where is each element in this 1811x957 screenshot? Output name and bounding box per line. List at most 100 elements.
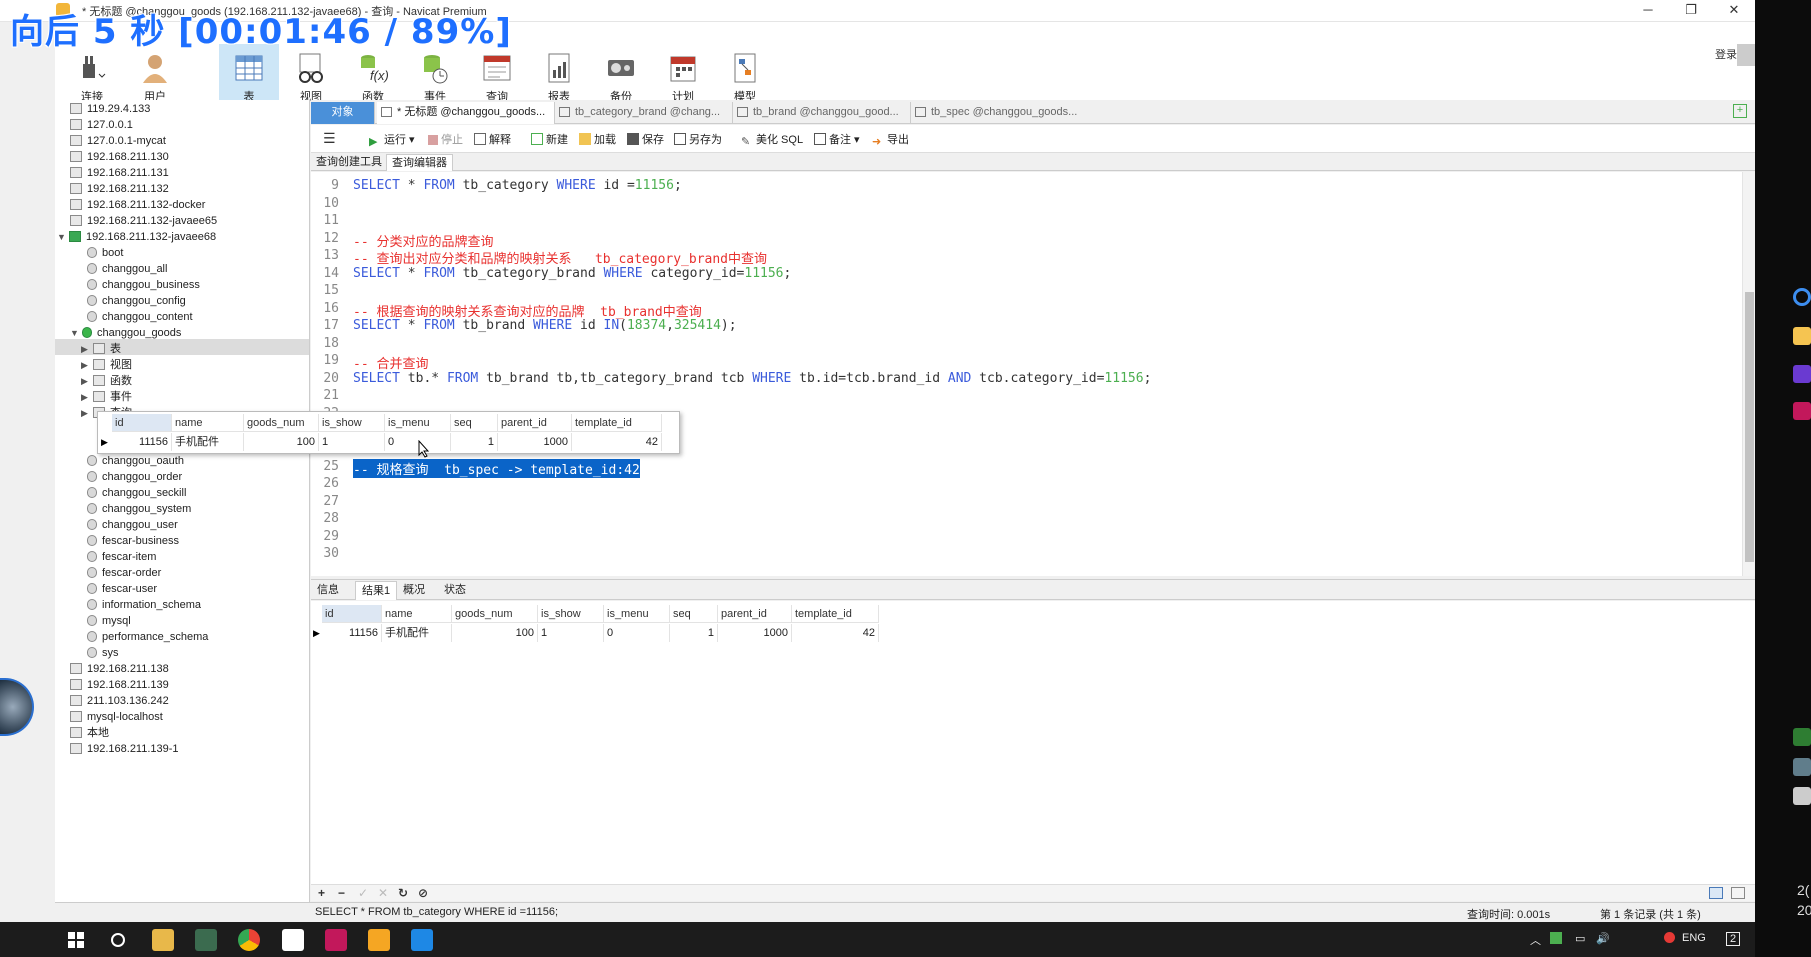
floating-avatar[interactable]: [0, 678, 34, 736]
recording-icon[interactable]: [1664, 932, 1675, 943]
tree-item-database[interactable]: changgou_business: [87, 277, 200, 293]
tree-item-database[interactable]: fescar-item: [87, 549, 156, 565]
tree-item-connection[interactable]: 127.0.0.1: [70, 117, 133, 133]
media-icon[interactable]: [1793, 365, 1811, 383]
app-icon[interactable]: [1793, 288, 1811, 306]
folder-icon[interactable]: [1793, 327, 1811, 345]
tool-icon[interactable]: [1793, 787, 1811, 805]
chevron-right-icon[interactable]: ▶: [81, 405, 93, 421]
tree-item-connection[interactable]: mysql-localhost: [70, 709, 163, 725]
tab-tb-spec[interactable]: tb_spec @changgou_goods...: [911, 102, 1089, 124]
editor-scrollbar[interactable]: [1742, 172, 1755, 576]
language-indicator[interactable]: ENG: [1682, 932, 1706, 944]
new-tab-icon[interactable]: +: [1733, 104, 1747, 118]
file-explorer-icon[interactable]: [368, 929, 390, 951]
tab-result1[interactable]: 结果1: [355, 581, 398, 600]
tree-item-database[interactable]: fescar-business: [87, 533, 179, 549]
discard-changes-button[interactable]: ✕: [378, 886, 388, 900]
tree-item-connection[interactable]: 192.168.211.131: [70, 165, 169, 181]
intellij-icon[interactable]: [1793, 402, 1811, 420]
table-cell[interactable]: 1: [538, 624, 604, 642]
tree-item-database-open[interactable]: ▼ changgou_goods: [70, 325, 181, 341]
menu-icon[interactable]: ☰: [323, 130, 336, 147]
tree-item-database[interactable]: changgou_system: [87, 501, 191, 517]
tab-status[interactable]: 状态: [438, 581, 472, 600]
tab-query-builder[interactable]: 查询创建工具: [311, 154, 387, 171]
tree-item-database[interactable]: changgou_order: [87, 469, 182, 485]
tree-item-connection[interactable]: 192.168.211.132-docker: [70, 197, 205, 213]
tab-tb-brand[interactable]: tb_brand @changgou_good...: [733, 102, 911, 124]
tree-item-connection-open[interactable]: ▼ 192.168.211.132-javaee68: [57, 229, 216, 245]
stop-button[interactable]: ⊘: [418, 886, 428, 900]
table-cell[interactable]: 1: [670, 624, 718, 642]
tree-item-connection[interactable]: 119.29.4.133: [70, 101, 150, 117]
add-record-button[interactable]: +: [318, 886, 325, 900]
tree-item-database[interactable]: changgou_all: [87, 261, 167, 277]
tree-item-functions[interactable]: ▶ 函数: [81, 373, 132, 389]
chevron-right-icon[interactable]: ▶: [81, 357, 93, 373]
tree-item-connection[interactable]: 本地: [70, 725, 109, 741]
comment-button[interactable]: 备注 ▾: [814, 131, 860, 147]
tree-item-tables[interactable]: ▶ 表: [81, 341, 121, 357]
table-cell[interactable]: 1: [451, 433, 498, 451]
tree-item-connection[interactable]: 192.168.211.132-javaee65: [70, 213, 217, 229]
avatar[interactable]: [1737, 44, 1755, 66]
column-header[interactable]: is_menu: [604, 605, 670, 623]
tree-item-database[interactable]: information_schema: [87, 597, 201, 613]
tree-item-database[interactable]: changgou_seckill: [87, 485, 186, 501]
tree-item-events[interactable]: ▶ 事件: [81, 389, 132, 405]
restore-button[interactable]: ❐: [1673, 0, 1709, 22]
tree-item-database[interactable]: changgou_content: [87, 309, 193, 325]
login-link[interactable]: 登录: [1715, 46, 1737, 62]
search-icon[interactable]: [110, 932, 126, 948]
table-cell[interactable]: 42: [572, 433, 662, 451]
stop-button[interactable]: 停止: [428, 131, 463, 147]
tab-objects[interactable]: 对象: [311, 102, 375, 124]
column-header[interactable]: id: [322, 605, 382, 623]
table-cell[interactable]: 1000: [718, 624, 792, 642]
intellij-icon[interactable]: [325, 929, 347, 951]
scrollbar-thumb[interactable]: [1745, 292, 1754, 562]
refresh-button[interactable]: ↻: [398, 886, 408, 900]
column-header[interactable]: is_show: [538, 605, 604, 623]
volume-icon[interactable]: 🔊: [1596, 932, 1610, 945]
column-header[interactable]: goods_num: [452, 605, 538, 623]
minimize-button[interactable]: ─: [1630, 0, 1666, 22]
column-header[interactable]: template_id: [792, 605, 879, 623]
tree-item-database[interactable]: changgou_config: [87, 293, 186, 309]
tab-untitled-query[interactable]: * 无标题 @changgou_goods...: [377, 102, 555, 124]
save-button[interactable]: 保存: [627, 131, 664, 147]
tree-item-connection[interactable]: 192.168.211.130: [70, 149, 169, 165]
sql-editor[interactable]: 9 SELECT * FROM tb_category WHERE id =11…: [311, 172, 1755, 576]
column-header[interactable]: seq: [670, 605, 718, 623]
tray-chevron-icon[interactable]: ︿: [1530, 932, 1541, 948]
tree-item-views[interactable]: ▶ 视图: [81, 357, 132, 373]
chevron-down-icon[interactable]: ▼: [57, 229, 69, 245]
delete-record-button[interactable]: −: [338, 886, 345, 900]
tray-app-icon[interactable]: [1550, 932, 1562, 944]
tree-item-connection[interactable]: 192.168.211.138: [70, 661, 169, 677]
tree-item-database[interactable]: mysql: [87, 613, 131, 629]
screenshot-taskbar-icon[interactable]: [195, 929, 217, 951]
chevron-right-icon[interactable]: ▶: [81, 373, 93, 389]
tree-item-database[interactable]: changgou_user: [87, 517, 178, 533]
table-cell[interactable]: 11156: [322, 624, 382, 642]
load-button[interactable]: 加载: [579, 131, 616, 147]
explain-button[interactable]: 解释: [474, 131, 511, 147]
tool-icon[interactable]: [1793, 728, 1811, 746]
table-cell[interactable]: 100: [244, 433, 319, 451]
notification-icon[interactable]: 2: [1726, 932, 1741, 946]
tab-query-editor[interactable]: 查询编辑器: [386, 154, 453, 171]
tab-info[interactable]: 信息: [311, 581, 345, 600]
beautify-sql-button[interactable]: ✎ 美化 SQL: [741, 131, 803, 148]
tree-item-connection[interactable]: 127.0.0.1-mycat: [70, 133, 166, 149]
form-view-icon[interactable]: [1731, 887, 1745, 899]
new-button[interactable]: 新建: [531, 131, 568, 147]
vscode-icon[interactable]: [411, 929, 433, 951]
table-cell[interactable]: 手机配件: [172, 433, 244, 451]
column-header[interactable]: parent_id: [718, 605, 792, 623]
chevron-down-icon[interactable]: ▼: [70, 325, 82, 341]
table-cell[interactable]: 0: [604, 624, 670, 642]
navicat-taskbar-icon[interactable]: [152, 929, 174, 951]
export-button[interactable]: ➜ 导出: [872, 131, 909, 148]
